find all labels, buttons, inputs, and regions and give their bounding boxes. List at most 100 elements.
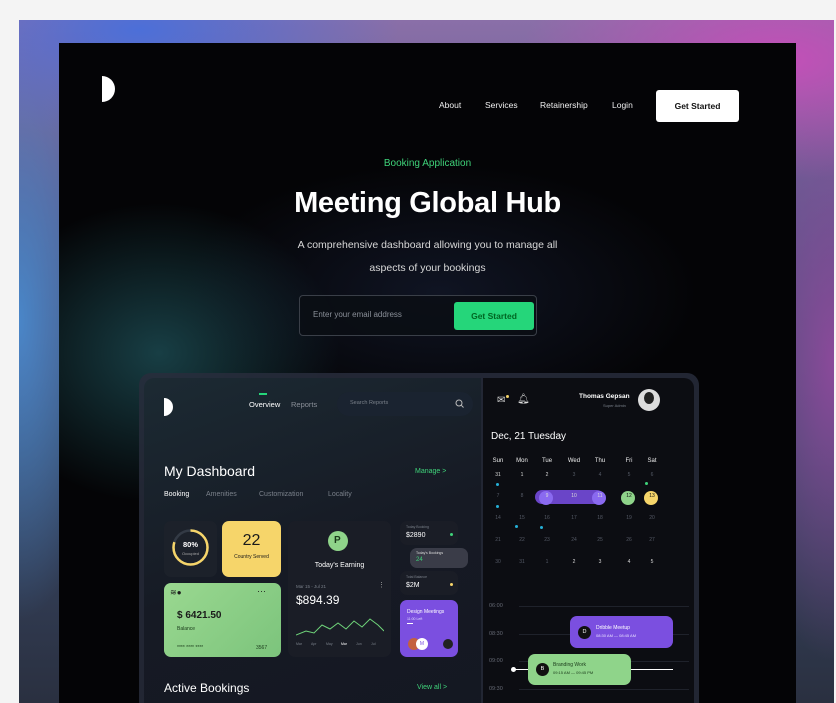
calendar-day[interactable]: 19 <box>622 515 636 521</box>
calendar-day[interactable]: 10 <box>567 493 581 499</box>
weekday-label: Wed <box>567 458 581 464</box>
calendar-day[interactable]: 11 <box>593 493 607 499</box>
calendar-day[interactable]: 17 <box>567 515 581 521</box>
country-card: 22 Country Served <box>222 521 281 577</box>
manage-link[interactable]: Manage > <box>415 468 446 475</box>
calendar-day[interactable]: 25 <box>593 537 607 543</box>
calendar-day[interactable]: 6 <box>645 472 659 478</box>
month-label: Apr <box>311 642 317 646</box>
tab-overview[interactable]: Overview <box>249 400 280 409</box>
calendar-day[interactable]: 1 <box>540 559 554 565</box>
calendar-day[interactable]: 12 <box>622 493 636 499</box>
calendar-day[interactable]: 3 <box>567 472 581 478</box>
earning-sparkline <box>296 618 384 636</box>
earning-amount: $894.39 <box>296 593 340 607</box>
calendar-day[interactable]: 4 <box>593 472 607 478</box>
calendar-day[interactable]: 2 <box>567 559 581 565</box>
calendar-day[interactable]: 31 <box>515 559 529 565</box>
calendar-day[interactable]: 27 <box>645 537 659 543</box>
month-label: Jul <box>371 642 376 646</box>
filter-locality[interactable]: Locality <box>328 491 352 498</box>
event-dribble-meetup[interactable]: D Dribble Meetup 08:30 AM — 08:45 AM <box>570 616 673 648</box>
arrow-icon[interactable] <box>443 639 453 649</box>
design-progress <box>407 623 413 624</box>
earning-card: P Today's Earning Mar 15 - Jul 21 ⋮ $894… <box>288 521 391 657</box>
event-dot <box>496 483 499 486</box>
card-menu-icon[interactable]: ··· <box>257 586 266 596</box>
design-meetings-card[interactable]: Design Meetings 11:00 Left M <box>400 600 458 657</box>
event-icon: B <box>536 663 549 676</box>
nav-login[interactable]: Login <box>612 100 633 110</box>
calendar-day[interactable]: 2 <box>540 472 554 478</box>
search-input[interactable]: Search Reports <box>350 400 388 406</box>
search-icon[interactable] <box>455 399 464 408</box>
calendar-day[interactable]: 7 <box>491 493 505 499</box>
calendar-day[interactable]: 20 <box>645 515 659 521</box>
calendar-day[interactable]: 23 <box>540 537 554 543</box>
calendar-day[interactable]: 8 <box>515 493 529 499</box>
avatar[interactable] <box>638 389 660 411</box>
calendar-day[interactable]: 4 <box>622 559 636 565</box>
calendar-day[interactable]: 16 <box>540 515 554 521</box>
email-input[interactable]: Enter your email address <box>313 310 402 319</box>
calendar-day[interactable]: 22 <box>515 537 529 543</box>
calendar-panel: ✉ 🔔︎ Thomas Gepsan Super Admin Dec, 21 T… <box>483 378 694 703</box>
earning-dates: Mar 15 - Jul 21 <box>296 584 327 589</box>
event-time: 09:15 AM — 09:45 PM <box>553 670 594 675</box>
country-label: Country Served <box>234 554 269 560</box>
event-dot <box>540 526 543 529</box>
view-all-link[interactable]: View all > <box>417 684 447 691</box>
calendar-day[interactable]: 30 <box>491 559 505 565</box>
card-number: **** **** **** <box>177 645 204 651</box>
filter-customization[interactable]: Customization <box>259 491 303 498</box>
time-label: 08:30 <box>489 631 503 637</box>
event-branding-work[interactable]: B Branding Work 09:15 AM — 09:45 PM <box>528 654 631 685</box>
calendar-day[interactable]: 13 <box>645 493 659 499</box>
dashboard-main-panel: Overview Reports Search Reports My Dashb… <box>144 378 481 703</box>
balance-amount: $ 6421.50 <box>177 610 222 621</box>
calendar-day[interactable]: 26 <box>622 537 636 543</box>
mail-icon[interactable]: ✉ <box>497 395 505 406</box>
filter-booking[interactable]: Booking <box>164 491 189 498</box>
nav-services[interactable]: Services <box>485 100 518 110</box>
more-icon[interactable]: ⋮ <box>378 581 385 589</box>
filter-amenities[interactable]: Amenities <box>206 491 237 498</box>
weekday-label: Thu <box>594 458 606 464</box>
nav-retainership[interactable]: Retainership <box>540 100 588 110</box>
calendar-day[interactable]: 15 <box>515 515 529 521</box>
email-signup: Enter your email address Get Started <box>299 295 537 336</box>
calendar-day[interactable]: 21 <box>491 537 505 543</box>
dashboard-logo <box>164 398 173 416</box>
search-bar[interactable]: Search Reports <box>337 392 473 416</box>
calendar-day[interactable]: 31 <box>491 472 505 478</box>
event-title: Branding Work <box>553 662 586 668</box>
calendar-day[interactable]: 14 <box>491 515 505 521</box>
stat-value: $2M <box>406 582 420 589</box>
user-role: Super Admin <box>603 403 626 408</box>
get-started-button[interactable]: Get Started <box>656 90 739 122</box>
weekday-label: Sun <box>492 458 504 464</box>
status-dot <box>450 533 453 536</box>
active-bookings-title: Active Bookings <box>164 681 250 695</box>
calendar-day[interactable]: 3 <box>593 559 607 565</box>
occupied-label: Occupied <box>182 551 199 556</box>
calendar-day[interactable]: 18 <box>593 515 607 521</box>
balance-card[interactable]: ≋● ··· $ 6421.50 Balance **** **** **** … <box>164 583 281 657</box>
calendar-day[interactable]: 1 <box>515 472 529 478</box>
calendar-day[interactable]: 9 <box>540 493 554 499</box>
calendar-day[interactable]: 5 <box>645 559 659 565</box>
calendar-day[interactable]: 5 <box>622 472 636 478</box>
hero-get-started-button[interactable]: Get Started <box>454 302 534 330</box>
time-gridline <box>519 689 689 690</box>
tab-reports[interactable]: Reports <box>291 400 317 409</box>
nav-about[interactable]: About <box>439 100 461 110</box>
month-label: Mar <box>341 642 348 646</box>
landing-page: About Services Retainership Login Get St… <box>59 43 796 703</box>
weekday-label: Tue <box>541 458 553 464</box>
time-gridline <box>519 606 689 607</box>
logo[interactable] <box>102 76 115 102</box>
bell-icon[interactable]: 🔔︎ <box>517 394 530 405</box>
tooltip-label: Today's Bookings <box>416 551 444 555</box>
month-label: Mar <box>296 642 303 646</box>
calendar-day[interactable]: 24 <box>567 537 581 543</box>
